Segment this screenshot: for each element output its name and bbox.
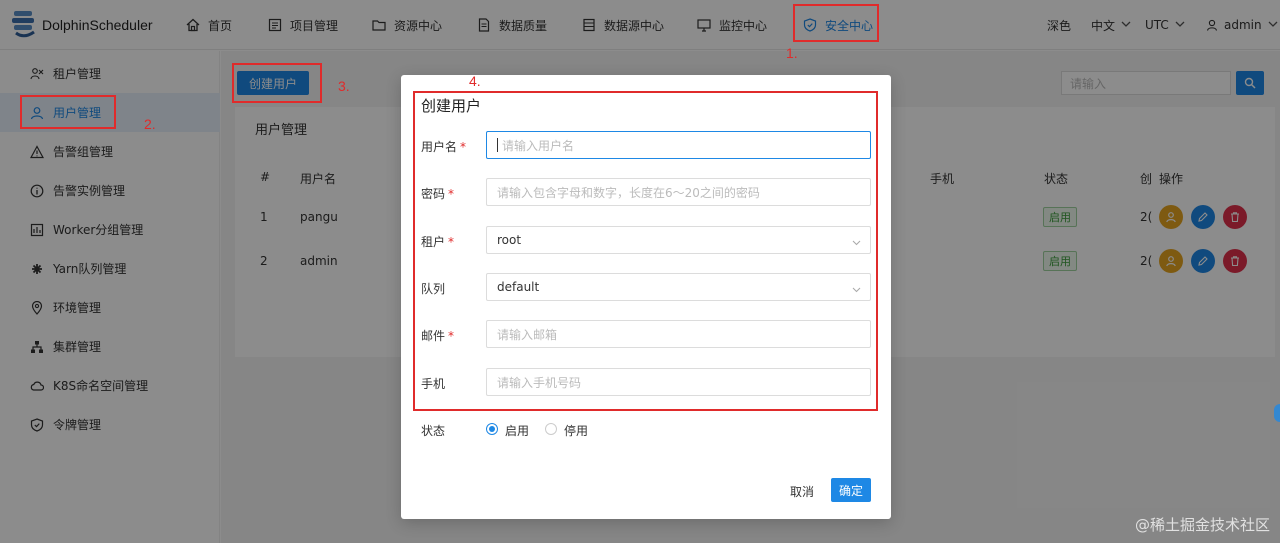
annotation-box-form [413,91,878,411]
status-disabled-label[interactable]: 停用 [564,422,588,439]
annotation-box-create [232,63,322,103]
status-disabled-radio[interactable] [545,423,557,435]
watermark: @稀土掘金技术社区 [1134,516,1270,534]
status-enabled-radio[interactable] [486,423,498,435]
annotation-box-security [793,4,879,42]
annotation-step-2: 2. [144,116,156,132]
annotation-step-1: 1. [786,45,798,61]
annotation-step-3: 3. [338,78,350,94]
annotation-step-4: 4. [469,73,481,89]
floating-widget-handle[interactable] [1274,404,1280,422]
cancel-button[interactable]: 取消 [790,483,814,500]
annotation-box-users [20,95,116,129]
confirm-button[interactable]: 确定 [831,478,871,502]
status-enabled-label[interactable]: 启用 [505,422,529,439]
status-label: 状态 [421,424,446,438]
